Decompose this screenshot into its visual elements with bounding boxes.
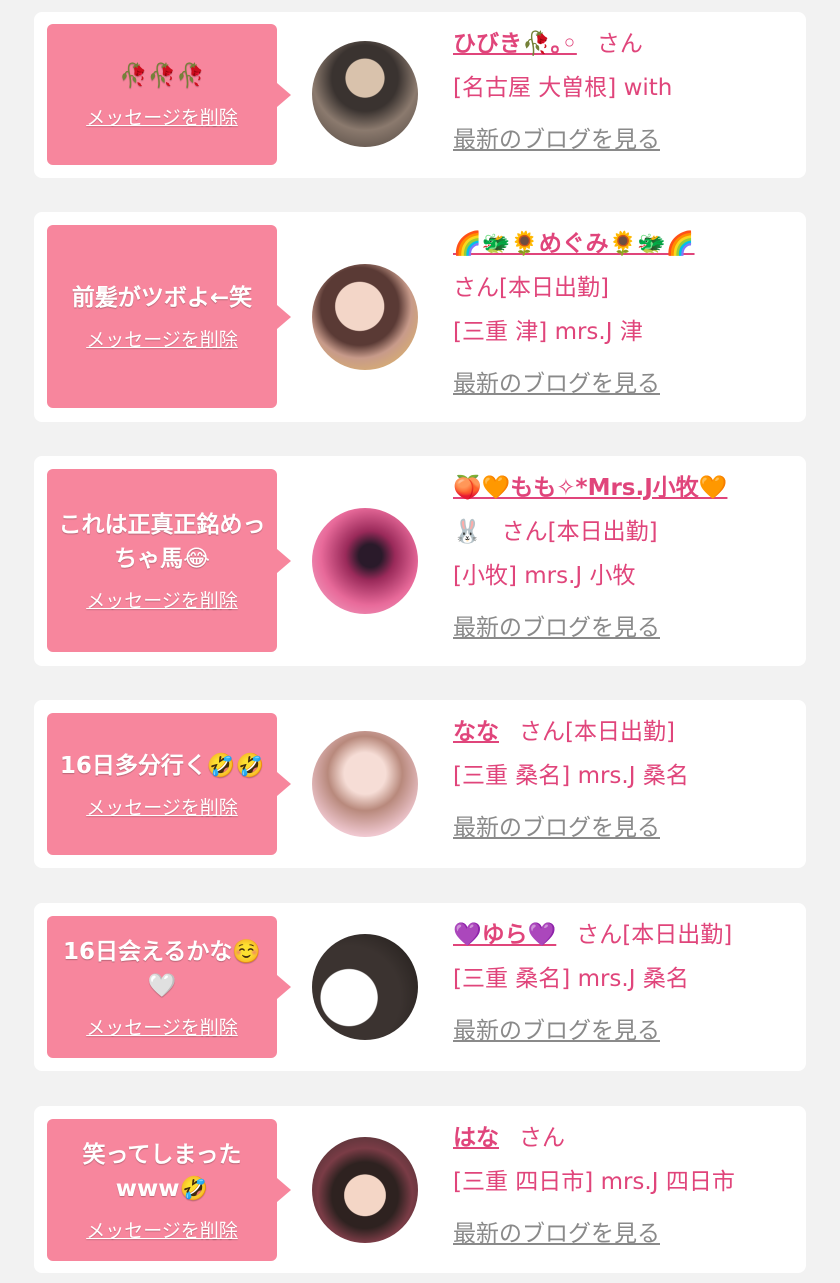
message-card: 前髪がツボよ←笑 メッセージを削除 🌈🐲🌻めぐみ🌻🐲🌈 さん[本日出勤] [三重… [34,212,806,422]
delete-message-link[interactable]: メッセージを削除 [86,103,238,130]
message-text: 16日多分行く🤣🤣 [59,752,265,779]
honorific: さん [519,1125,565,1151]
shop-location: [三重 四日市] mrs.J 四日市 [453,1169,735,1195]
profile-name-link[interactable]: ひびき🥀｡◦ [453,31,577,57]
profile-info: なな さん[本日出勤] [三重 桑名] mrs.J 桑名 最新のブログを見る [453,710,793,850]
avatar[interactable] [312,508,418,614]
latest-blog-link[interactable]: 最新のブログを見る [453,1212,793,1256]
message-bubble: 前髪がツボよ←笑 メッセージを削除 [47,225,291,408]
profile-name-link[interactable]: なな [453,719,499,745]
profile-name-link[interactable]: 🌈🐲🌻めぐみ🌻🐲🌈 [453,231,695,257]
message-card: 16日会えるかな☺️🤍 メッセージを削除 💜ゆら💜 さん[本日出勤] [三重 桑名… [34,903,806,1071]
message-card: 🥀🥀🥀 メッセージを削除 ひびき🥀｡◦ さん [名古屋 大曽根] with 最新の… [34,12,806,178]
message-card: これは正真正銘めっちゃ馬😂 メッセージを削除 🍑🧡もも✧*Mrs.J小牧🧡 🐰 さ… [34,456,806,666]
shop-location: [三重 桑名] mrs.J 桑名 [453,763,689,789]
message-card: 16日多分行く🤣🤣 メッセージを削除 なな さん[本日出勤] [三重 桑名] mr… [34,700,806,868]
message-bubble: 16日会えるかな☺️🤍 メッセージを削除 [47,916,291,1058]
honorific: さん[本日出勤] [501,519,658,545]
latest-blog-link[interactable]: 最新のブログを見る [453,806,793,850]
delete-message-link[interactable]: メッセージを削除 [86,586,238,613]
avatar[interactable] [312,1137,418,1243]
shop-location: [小牧] mrs.J 小牧 [453,563,636,589]
message-bubble: 笑ってしまったwww🤣 メッセージを削除 [47,1119,291,1261]
latest-blog-link[interactable]: 最新のブログを見る [453,1009,793,1053]
avatar[interactable] [312,934,418,1040]
profile-name-link[interactable]: 🍑🧡もも✧*Mrs.J小牧🧡 [453,475,727,501]
profile-name-link[interactable]: はな [453,1125,499,1151]
profile-info: 🌈🐲🌻めぐみ🌻🐲🌈 さん[本日出勤] [三重 津] mrs.J 津 最新のブログ… [453,222,793,406]
message-text: 16日会えるかな☺️🤍 [63,938,261,999]
message-card: 笑ってしまったwww🤣 メッセージを削除 はな さん [三重 四日市] mrs.J… [34,1106,806,1273]
honorific: さん[本日出勤] [453,275,609,301]
profile-info: 💜ゆら💜 さん[本日出勤] [三重 桑名] mrs.J 桑名 最新のブログを見る [453,913,793,1053]
message-bubble: 16日多分行く🤣🤣 メッセージを削除 [47,713,291,855]
honorific: さん[本日出勤] [576,922,733,948]
delete-message-link[interactable]: メッセージを削除 [86,325,238,352]
name-emoji: 🐰 [453,519,482,545]
profile-info: 🍑🧡もも✧*Mrs.J小牧🧡 🐰 さん[本日出勤] [小牧] mrs.J 小牧 最… [453,466,793,650]
message-text: 笑ってしまったwww🤣 [82,1141,242,1202]
latest-blog-link[interactable]: 最新のブログを見る [453,362,793,406]
shop-location: [名古屋 大曽根] with [453,75,673,101]
avatar[interactable] [312,731,418,837]
avatar[interactable] [312,264,418,370]
delete-message-link[interactable]: メッセージを削除 [86,1216,238,1243]
profile-info: はな さん [三重 四日市] mrs.J 四日市 最新のブログを見る [453,1116,793,1256]
shop-location: [三重 津] mrs.J 津 [453,319,643,345]
message-bubble: これは正真正銘めっちゃ馬😂 メッセージを削除 [47,469,291,652]
delete-message-link[interactable]: メッセージを削除 [86,793,238,820]
latest-blog-link[interactable]: 最新のブログを見る [453,606,793,650]
avatar[interactable] [312,41,418,147]
shop-location: [三重 桑名] mrs.J 桑名 [453,966,689,992]
profile-name-link[interactable]: 💜ゆら💜 [453,922,556,948]
latest-blog-link[interactable]: 最新のブログを見る [453,118,793,162]
message-text: これは正真正銘めっちゃ馬😂 [58,512,266,572]
honorific: さん[本日出勤] [519,719,675,745]
message-bubble: 🥀🥀🥀 メッセージを削除 [47,24,291,165]
delete-message-link[interactable]: メッセージを削除 [86,1013,238,1040]
message-text: 前髪がツボよ←笑 [71,285,253,311]
honorific: さん [596,31,643,57]
message-text: 🥀🥀🥀 [119,63,205,89]
profile-info: ひびき🥀｡◦ さん [名古屋 大曽根] with 最新のブログを見る [453,22,793,162]
